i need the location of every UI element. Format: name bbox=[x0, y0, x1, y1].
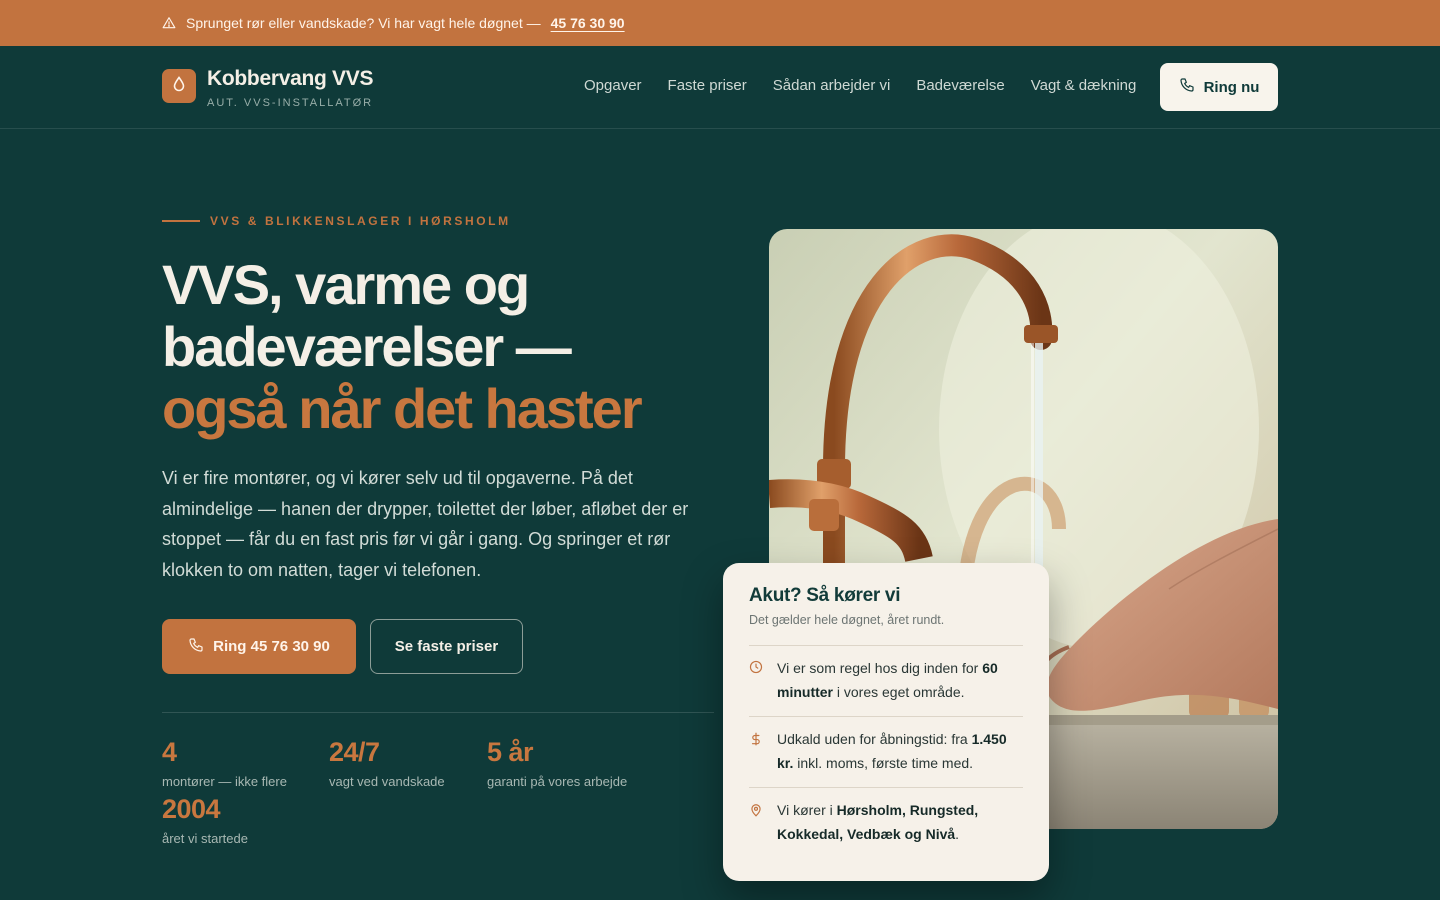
hero-title-accent: også når det haster bbox=[162, 377, 643, 440]
call-phone-button[interactable]: Ring 45 76 30 90 bbox=[162, 619, 356, 674]
water-drop-icon bbox=[172, 75, 186, 97]
hero-title-line-1: VVS, varme og bbox=[162, 253, 530, 316]
eyebrow-text: VVS & BLIKKENSLAGER I HØRSHOLM bbox=[210, 214, 511, 228]
stat-montorer: 4 montører — ikke flere bbox=[162, 737, 287, 789]
phone-icon bbox=[188, 637, 204, 657]
nav-item-faste-priser[interactable]: Faste priser bbox=[668, 77, 747, 94]
location-pin-icon bbox=[749, 802, 763, 846]
stat-value: 4 bbox=[162, 737, 177, 767]
nav-item-vagt-daekning[interactable]: Vagt & dækning bbox=[1031, 77, 1137, 94]
stats-divider bbox=[162, 712, 714, 713]
nav-item-badevaerelse[interactable]: Badeværelse bbox=[916, 77, 1004, 94]
stat-garanti: 5 år garanti på vores arbejde bbox=[487, 737, 627, 789]
hero-title-line-2: badeværelser — bbox=[162, 315, 572, 378]
see-prices-label: Se faste priser bbox=[394, 638, 499, 655]
card-title: Akut? Så kører vi bbox=[749, 585, 901, 606]
phone-icon bbox=[1179, 77, 1195, 97]
hero-eyebrow: VVS & BLIKKENSLAGER I HØRSHOLM bbox=[162, 214, 511, 228]
stat-label: garanti på vores arbejde bbox=[487, 774, 628, 789]
urgent-service-card: Akut? Så kører vi Det gælder hele døgnet… bbox=[723, 563, 1049, 881]
card-item-price: Udkald uden for åbningstid: fra 1.450 kr… bbox=[749, 717, 1023, 788]
stat-value: 5 år bbox=[487, 737, 534, 767]
stat-vagt: 24/7 vagt ved vandskade bbox=[329, 737, 445, 789]
call-now-button[interactable]: Ring nu bbox=[1160, 63, 1278, 111]
stat-startaar: 2004 året vi startede bbox=[162, 794, 248, 846]
stat-label: vagt ved vandskade bbox=[329, 774, 445, 789]
stat-value: 24/7 bbox=[329, 737, 380, 767]
nav-item-saadan-arbejder-vi[interactable]: Sådan arbejder vi bbox=[773, 77, 891, 94]
call-phone-label: Ring 45 76 30 90 bbox=[213, 638, 330, 655]
logo[interactable] bbox=[162, 69, 196, 103]
site-header: Kobbervang VVS AUT. VVS-INSTALLATØR Opga… bbox=[0, 46, 1440, 129]
card-subtitle: Det gælder hele døgnet, året rundt. bbox=[749, 613, 1023, 646]
alert-phone-link[interactable]: 45 76 30 90 bbox=[551, 15, 625, 31]
brand-name[interactable]: Kobbervang VVS bbox=[207, 67, 373, 91]
main-nav: Opgaver Faste priser Sådan arbejder vi B… bbox=[584, 77, 1136, 94]
card-item-text: Udkald uden for åbningstid: fra 1.450 kr… bbox=[777, 731, 1007, 771]
emergency-alert-bar: Sprunget rør eller vandskade? Vi har vag… bbox=[0, 0, 1440, 46]
stat-value: 2004 bbox=[162, 794, 221, 824]
eyebrow-line bbox=[162, 220, 200, 222]
warning-triangle-icon bbox=[162, 16, 176, 30]
hero-title: VVS, varme og badeværelser — også når de… bbox=[162, 253, 643, 440]
card-item-response-time: Vi er som regel hos dig inden for 60 min… bbox=[749, 646, 1023, 717]
call-now-label: Ring nu bbox=[1203, 78, 1260, 96]
stat-label: året vi startede bbox=[162, 831, 248, 846]
hero-description: Vi er fire montører, og vi kører selv ud… bbox=[162, 468, 689, 580]
dollar-icon bbox=[749, 731, 763, 775]
alert-text: Sprunget rør eller vandskade? Vi har vag… bbox=[186, 15, 541, 31]
brand-tagline: AUT. VVS-INSTALLATØR bbox=[207, 97, 374, 109]
see-prices-button[interactable]: Se faste priser bbox=[370, 619, 523, 674]
card-item-text: Vi kører i Hørsholm, Rungsted, Kokkedal,… bbox=[777, 802, 979, 842]
clock-icon bbox=[749, 660, 763, 704]
stat-label: montører — ikke flere bbox=[162, 774, 287, 789]
card-item-text: Vi er som regel hos dig inden for 60 min… bbox=[777, 660, 998, 700]
card-item-area: Vi kører i Hørsholm, Rungsted, Kokkedal,… bbox=[749, 788, 1023, 858]
nav-item-opgaver[interactable]: Opgaver bbox=[584, 77, 642, 94]
